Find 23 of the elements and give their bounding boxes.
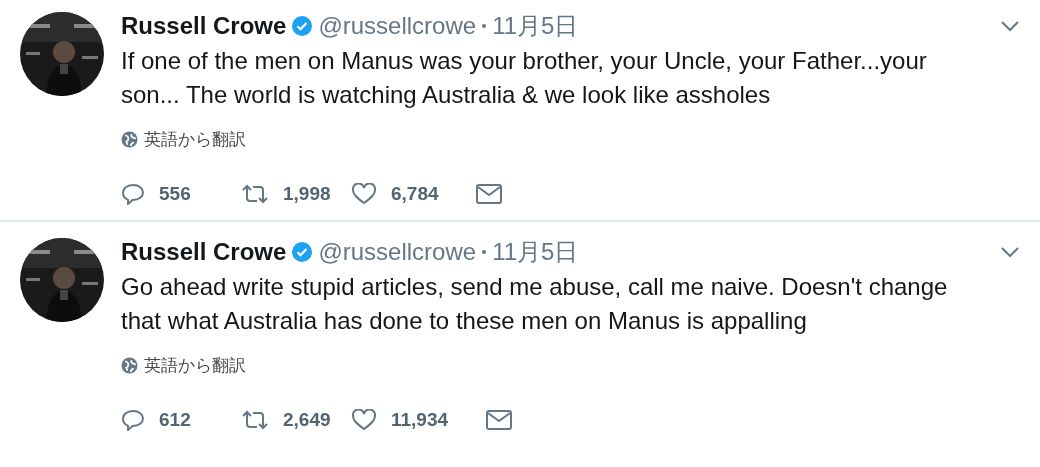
reply-count: 612	[159, 409, 191, 431]
translate-link[interactable]: 英語から翻訳	[144, 354, 246, 377]
heart-icon[interactable]	[351, 183, 377, 205]
chevron-down-icon[interactable]	[1000, 20, 1020, 32]
envelope-icon[interactable]	[476, 184, 502, 204]
tweet-text: If one of the men on Manus was your brother, your Uncle, your Father...your son... The world is watching Australia & we look like assholes	[121, 46, 928, 110]
tweet-date[interactable]: 11月5日	[492, 236, 579, 268]
reply-count: 556	[159, 183, 191, 205]
author-handle[interactable]: @russellcrowe	[318, 12, 477, 40]
reply-icon[interactable]	[121, 183, 145, 205]
globe-icon	[121, 131, 138, 148]
author-name[interactable]: Russell Crowe	[121, 12, 287, 40]
translate-link[interactable]: 英語から翻訳	[144, 128, 246, 151]
separator-dot-icon	[482, 24, 487, 28]
tweet-text: Go ahead write stupid articles, send me abuse, call me naive. Doesn't change that what Australia has done to these men on Manus is appalling	[121, 272, 949, 336]
author-name[interactable]: Russell Crowe	[121, 238, 287, 266]
author-handle[interactable]: @russellcrowe	[318, 238, 477, 266]
like-count: 11,934	[391, 409, 449, 431]
tweet-date[interactable]: 11月5日	[492, 10, 579, 42]
retweet-icon[interactable]	[241, 184, 269, 204]
retweet-count: 1,998	[283, 183, 331, 205]
like-count: 6,784	[391, 183, 439, 205]
retweet-count: 2,649	[283, 409, 331, 431]
